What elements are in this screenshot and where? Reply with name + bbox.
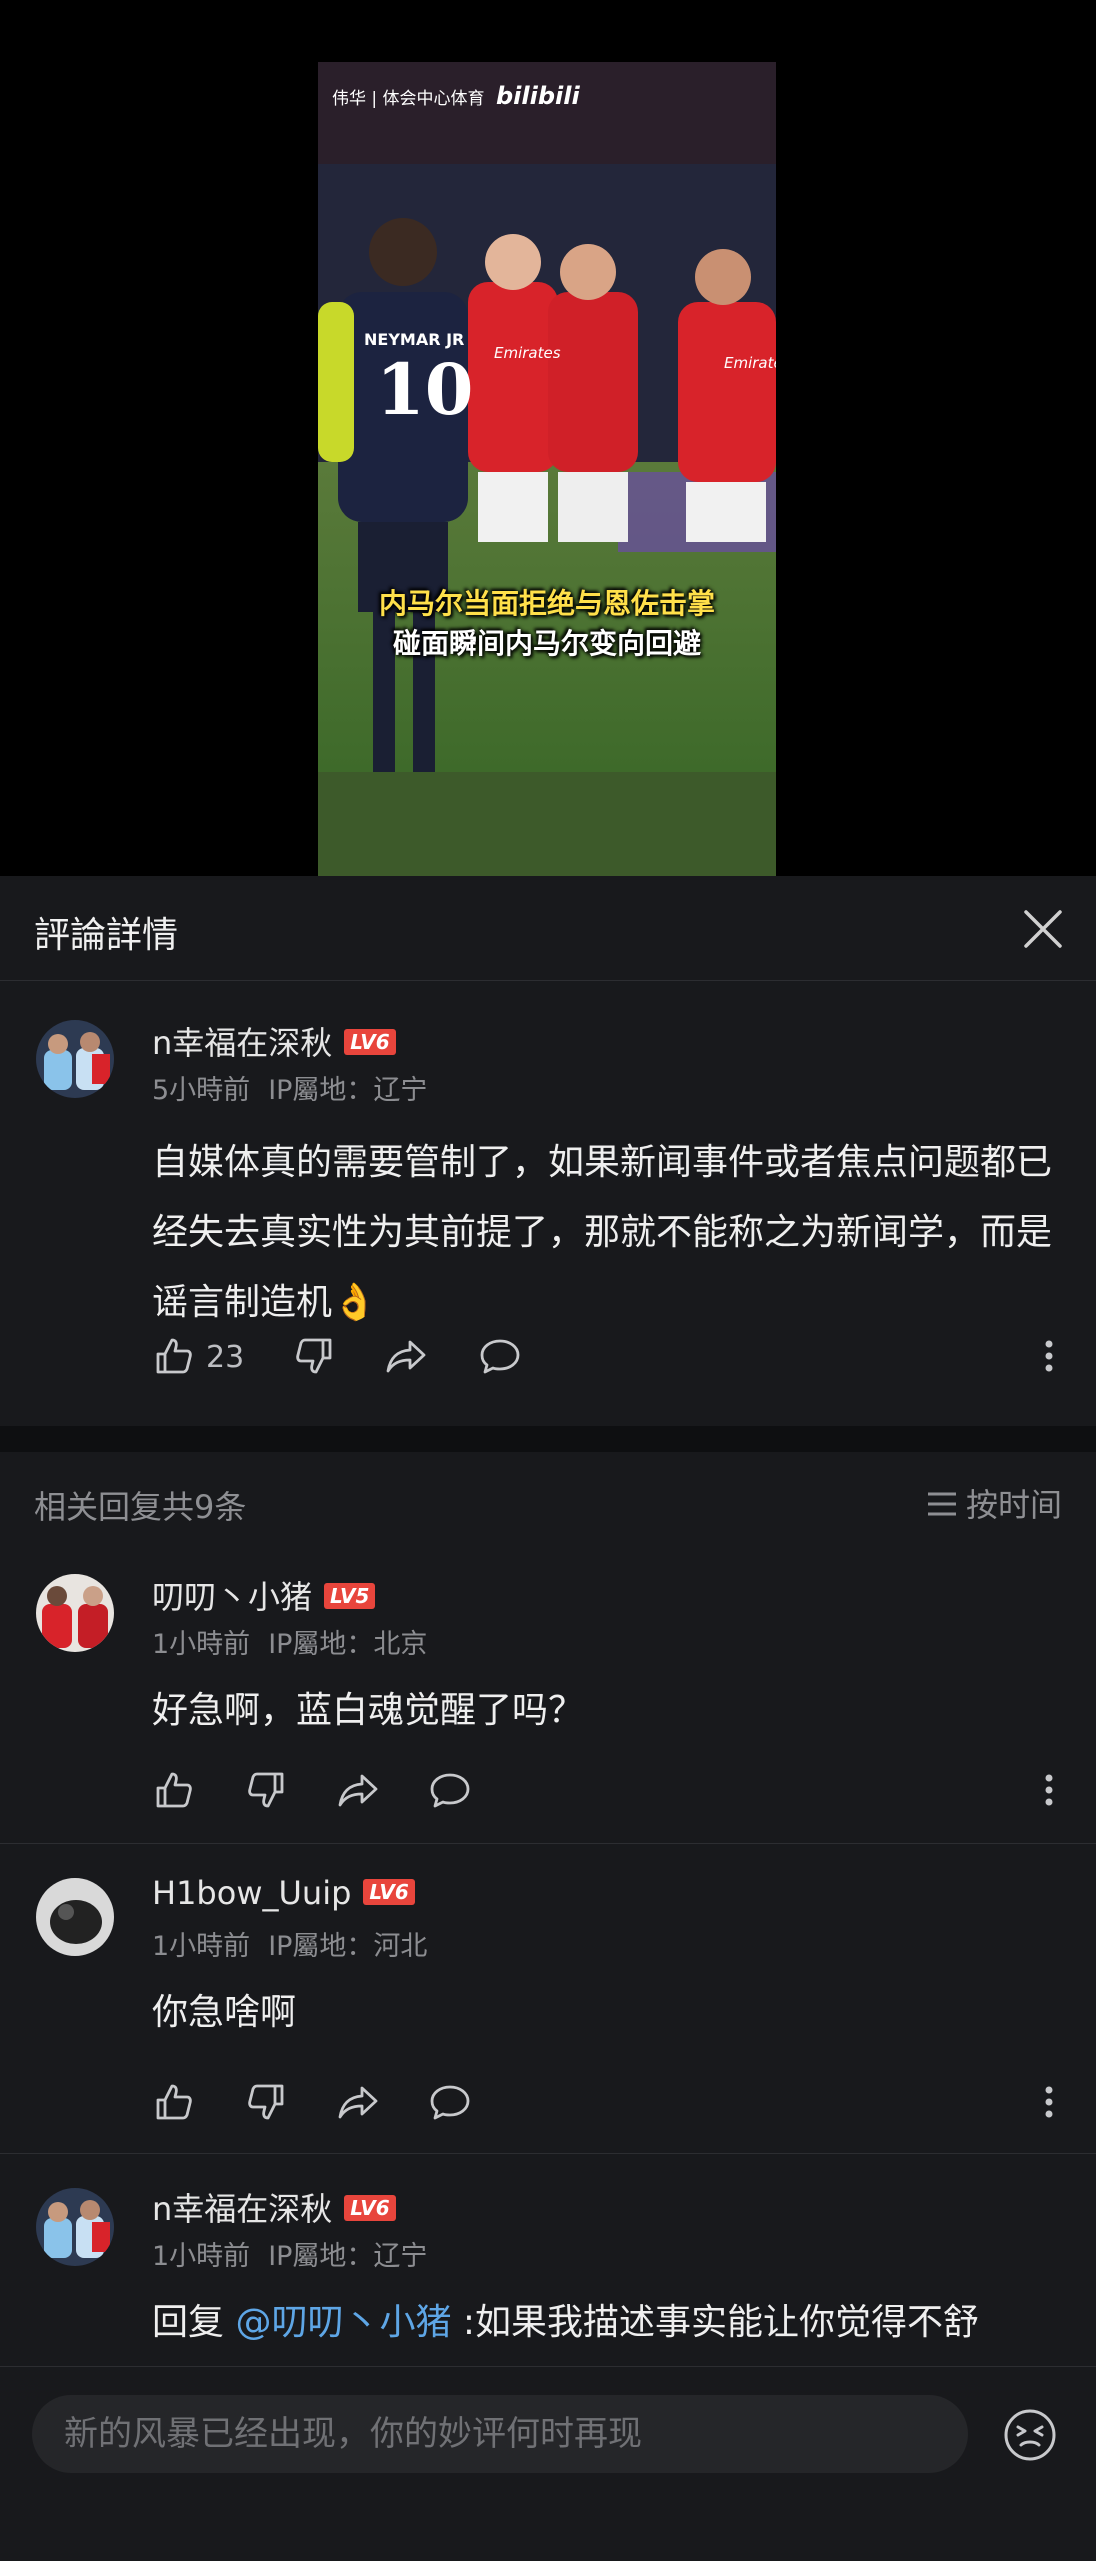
share-icon[interactable]: [336, 2080, 380, 2124]
video-blur-bottom: [318, 772, 776, 876]
level-badge: LV6: [344, 1029, 396, 1055]
username[interactable]: n幸福在深秋 LV6: [152, 2184, 396, 2230]
ok-hand-emoji: 👌: [332, 1282, 377, 1323]
ip-location: IP屬地：辽宁: [268, 2241, 428, 2272]
main-comment: n幸福在深秋 LV6 5小時前 IP屬地：辽宁 自媒体真的需要管制了，如果新闻事件或…: [0, 980, 1096, 1375]
reply-item: n幸福在深秋 LV6 1小時前 IP屬地：辽宁 回复 @叨叨丶小猪 :如果我描述事实…: [0, 2154, 1096, 2364]
like-count: 23: [206, 1340, 245, 1375]
watermark-text: 伟华 | 体会中心体育: [332, 89, 485, 109]
comment-time: 1小時前: [152, 1931, 251, 1962]
ip-location: IP屬地：北京: [268, 1629, 428, 1660]
video-watermark: 伟华 | 体会中心体育 bilibili: [332, 82, 580, 110]
avatar[interactable]: [36, 1574, 114, 1652]
bilibili-logo: bilibili: [495, 82, 580, 110]
comment-text[interactable]: 自媒体真的需要管制了，如果新闻事件或者焦点问题都已经失去真实性为其前提了，那就不…: [152, 1128, 1062, 1338]
avatar[interactable]: [36, 1020, 114, 1098]
comment-meta: 1小時前 IP屬地：辽宁: [152, 2234, 445, 2273]
username[interactable]: 叨叨丶小猪 LV5: [152, 1572, 376, 1618]
comment-body: 自媒体真的需要管制了，如果新闻事件或者焦点问题都已经失去真实性为其前提了，那就不…: [152, 1142, 1053, 1323]
username-text[interactable]: 叨叨丶小猪: [152, 1578, 312, 1616]
username[interactable]: n幸福在深秋 LV6: [152, 1018, 396, 1064]
comment-actions: [152, 1768, 1064, 1816]
username-text[interactable]: n幸福在深秋: [152, 1024, 332, 1062]
comment-text[interactable]: 回复 @叨叨丶小猪 :如果我描述事实能让你觉得不舒: [152, 2288, 1062, 2358]
replies-count: 相关回复共9条: [34, 1488, 247, 1526]
like-icon[interactable]: [152, 1768, 196, 1812]
comment-text[interactable]: 好急啊，蓝白魂觉醒了吗？: [152, 1676, 1062, 1746]
close-icon[interactable]: [1020, 906, 1066, 952]
level-badge: LV6: [363, 1879, 415, 1905]
panel-title: 評論詳情: [34, 915, 179, 956]
video-player[interactable]: NEYMAR JR 10 Emirates Emirates 伟华 | 体会中心…: [0, 0, 1096, 876]
comment-meta: 5小時前 IP屬地：辽宁: [152, 1068, 445, 1107]
dislike-icon[interactable]: [244, 1768, 288, 1812]
sort-label: 按时间: [965, 1486, 1062, 1524]
comment-input[interactable]: 新的风暴已经出现，你的妙评何时再现: [32, 2395, 968, 2473]
dislike-icon[interactable]: [244, 2080, 288, 2124]
comment-meta: 1小時前 IP屬地：北京: [152, 1622, 445, 1661]
comment-time: 1小時前: [152, 2241, 251, 2272]
like-icon[interactable]: [152, 2080, 196, 2124]
avatar[interactable]: [36, 1878, 114, 1956]
more-icon[interactable]: [1034, 1334, 1064, 1378]
sponsor-text: Emirates: [494, 344, 561, 362]
jersey-number: 10: [376, 348, 474, 431]
ip-location: IP屬地：河北: [268, 1931, 428, 1962]
replies-header: 相关回复共9条 按时间: [0, 1452, 1096, 1552]
more-icon[interactable]: [1034, 1768, 1064, 1812]
dislike-icon[interactable]: [292, 1334, 336, 1378]
username-text[interactable]: H1bow_Uuip: [152, 1874, 351, 1912]
comment-time: 1小時前: [152, 1629, 251, 1660]
comment-input-bar: 新的风暴已经出现，你的妙评何时再现: [0, 2366, 1096, 2561]
section-divider: [0, 1426, 1096, 1452]
sort-button[interactable]: 按时间: [926, 1480, 1062, 1526]
like-icon[interactable]: [152, 1334, 196, 1378]
video-frame[interactable]: NEYMAR JR 10 Emirates Emirates 伟华 | 体会中心…: [318, 62, 776, 876]
reply-item: H1bow_Uuip LV6 1小時前 IP屬地：河北 你急啥啊: [0, 1844, 1096, 2144]
comment-actions: [152, 2080, 1064, 2128]
comment-time: 5小時前: [152, 1075, 251, 1106]
sponsor-text-2: Emirates: [724, 354, 776, 372]
emoji-icon[interactable]: [1000, 2405, 1060, 2465]
ip-location: IP屬地：辽宁: [268, 1075, 428, 1106]
mention-link[interactable]: @叨叨丶小猪: [235, 2302, 451, 2343]
comment-body: :如果我描述事实能让你觉得不舒: [451, 2302, 980, 2343]
comment-meta: 1小時前 IP屬地：河北: [152, 1924, 445, 1963]
more-icon[interactable]: [1034, 2080, 1064, 2124]
video-caption-line1: 内马尔当面拒绝与恩佐击掌: [378, 587, 715, 620]
username-text[interactable]: n幸福在深秋: [152, 2190, 332, 2228]
list-icon: [927, 1492, 956, 1516]
reply-icon[interactable]: [428, 2080, 472, 2124]
reply-item: 叨叨丶小猪 LV5 1小時前 IP屬地：北京 好急啊，蓝白魂觉醒了吗？: [0, 1552, 1096, 1808]
jersey-name: NEYMAR JR: [364, 330, 465, 349]
username[interactable]: H1bow_Uuip LV6: [152, 1874, 415, 1912]
video-scene: [318, 164, 776, 772]
comment-detail-panel: 評論詳情 n幸福在深秋 LV6 5小時前 IP屬地：辽宁 自媒体真的需要管制了，如果…: [0, 876, 1096, 2560]
video-caption-line2: 碰面瞬间内马尔变向回避: [392, 627, 701, 660]
comment-text[interactable]: 你急啥啊: [152, 1978, 1062, 2048]
level-badge: LV5: [324, 1583, 376, 1609]
comment-actions: 23: [152, 1334, 1064, 1382]
share-icon[interactable]: [336, 1768, 380, 1812]
avatar[interactable]: [36, 2188, 114, 2266]
reply-icon[interactable]: [478, 1334, 522, 1378]
panel-header: 評論詳情: [0, 876, 1096, 981]
reply-icon[interactable]: [428, 1768, 472, 1812]
reply-prefix: 回复: [152, 2302, 236, 2343]
share-icon[interactable]: [384, 1334, 428, 1378]
level-badge: LV6: [344, 2195, 396, 2221]
